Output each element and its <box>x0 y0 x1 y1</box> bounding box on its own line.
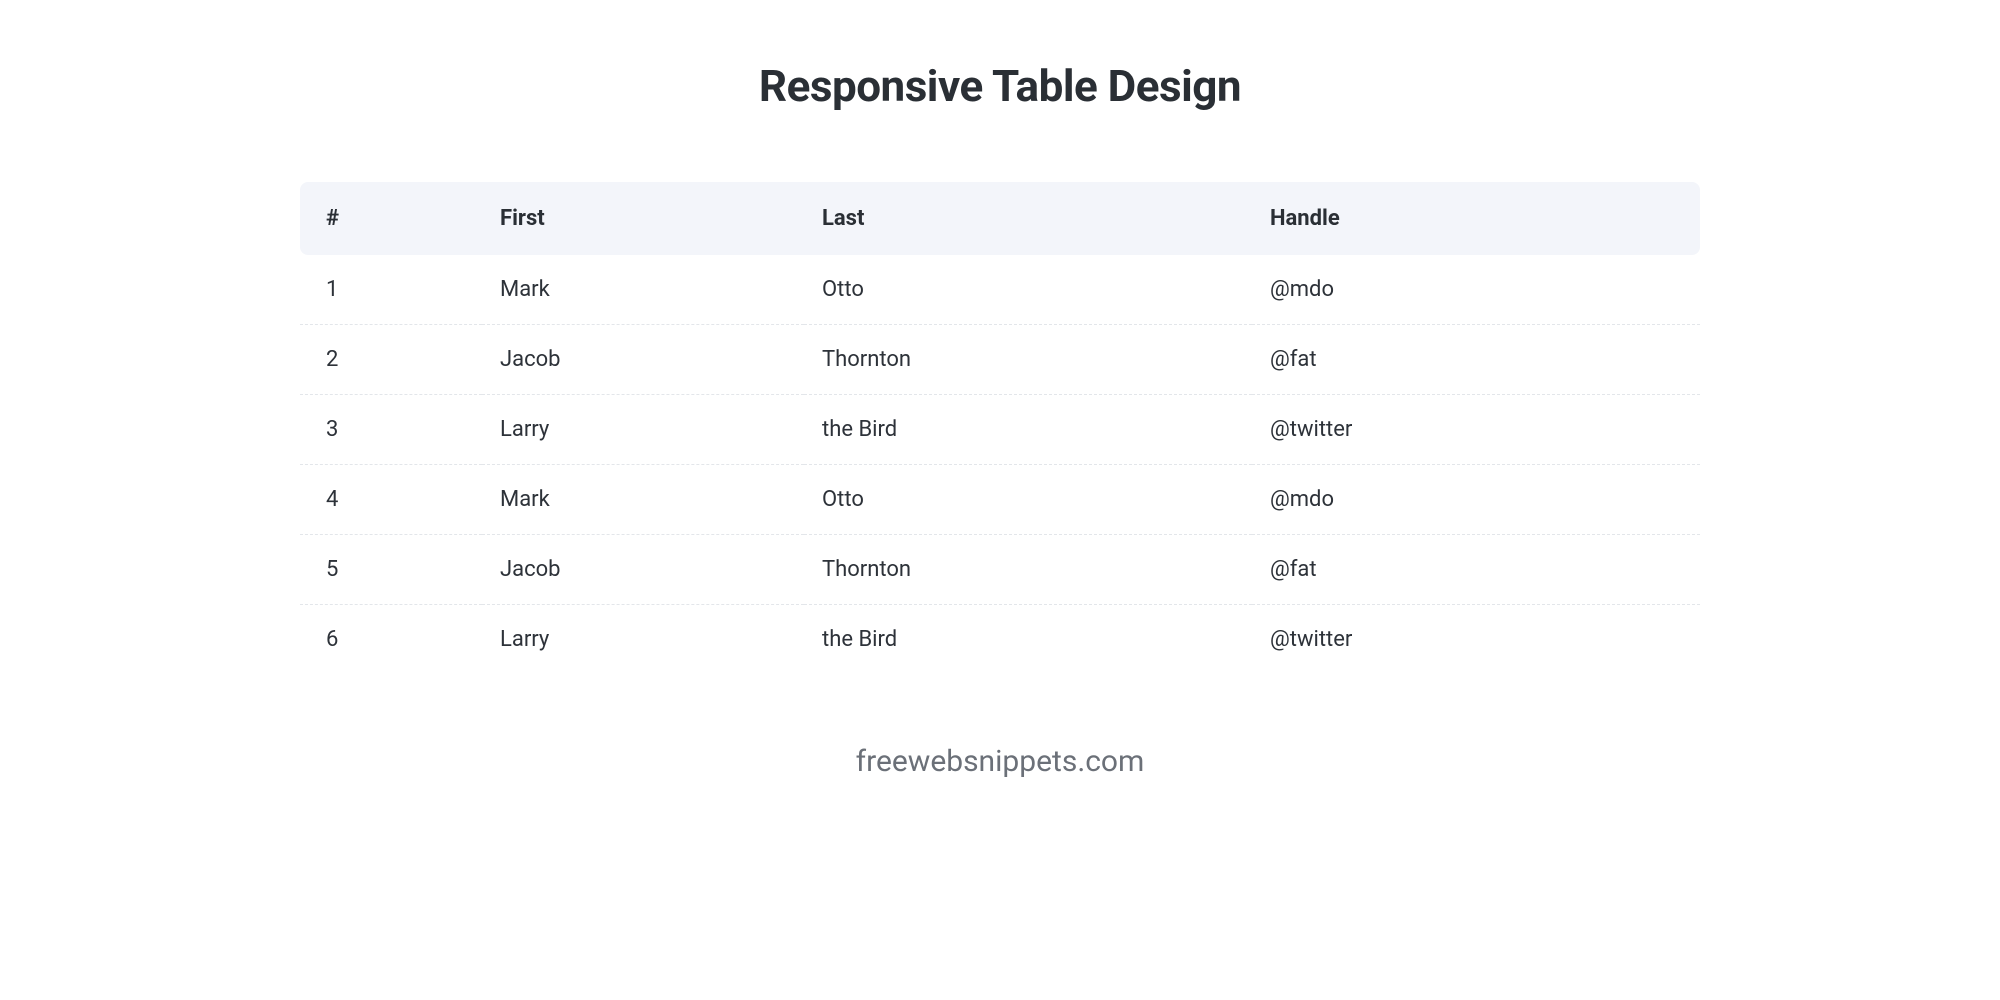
footer-text: freewebsnippets.com <box>300 744 1700 779</box>
table-row: 1 Mark Otto @mdo <box>300 255 1700 325</box>
table-header-last: Last <box>804 182 1252 255</box>
table-header-id: # <box>300 182 482 255</box>
table-header-row: # First Last Handle <box>300 182 1700 255</box>
cell-last: Thornton <box>804 325 1252 395</box>
table-row: 4 Mark Otto @mdo <box>300 465 1700 535</box>
cell-first: Mark <box>482 465 804 535</box>
cell-id: 5 <box>300 535 482 605</box>
cell-last: Otto <box>804 255 1252 325</box>
cell-last: Thornton <box>804 535 1252 605</box>
table-header-handle: Handle <box>1252 182 1700 255</box>
cell-first: Mark <box>482 255 804 325</box>
cell-handle: @fat <box>1252 325 1700 395</box>
cell-id: 1 <box>300 255 482 325</box>
cell-id: 3 <box>300 395 482 465</box>
page-container: Responsive Table Design # First Last Han… <box>300 0 1700 779</box>
cell-handle: @mdo <box>1252 255 1700 325</box>
cell-first: Larry <box>482 605 804 675</box>
data-table: # First Last Handle 1 Mark Otto @mdo 2 J… <box>300 182 1700 674</box>
cell-first: Jacob <box>482 325 804 395</box>
table-row: 2 Jacob Thornton @fat <box>300 325 1700 395</box>
table-header-first: First <box>482 182 804 255</box>
cell-last: Otto <box>804 465 1252 535</box>
cell-handle: @fat <box>1252 535 1700 605</box>
table-body: 1 Mark Otto @mdo 2 Jacob Thornton @fat 3… <box>300 255 1700 674</box>
table-row: 3 Larry the Bird @twitter <box>300 395 1700 465</box>
cell-id: 6 <box>300 605 482 675</box>
page-title: Responsive Table Design <box>300 60 1700 112</box>
cell-first: Larry <box>482 395 804 465</box>
cell-last: the Bird <box>804 605 1252 675</box>
cell-handle: @twitter <box>1252 395 1700 465</box>
cell-handle: @twitter <box>1252 605 1700 675</box>
cell-handle: @mdo <box>1252 465 1700 535</box>
cell-last: the Bird <box>804 395 1252 465</box>
cell-id: 2 <box>300 325 482 395</box>
cell-id: 4 <box>300 465 482 535</box>
cell-first: Jacob <box>482 535 804 605</box>
table-row: 5 Jacob Thornton @fat <box>300 535 1700 605</box>
table-row: 6 Larry the Bird @twitter <box>300 605 1700 675</box>
